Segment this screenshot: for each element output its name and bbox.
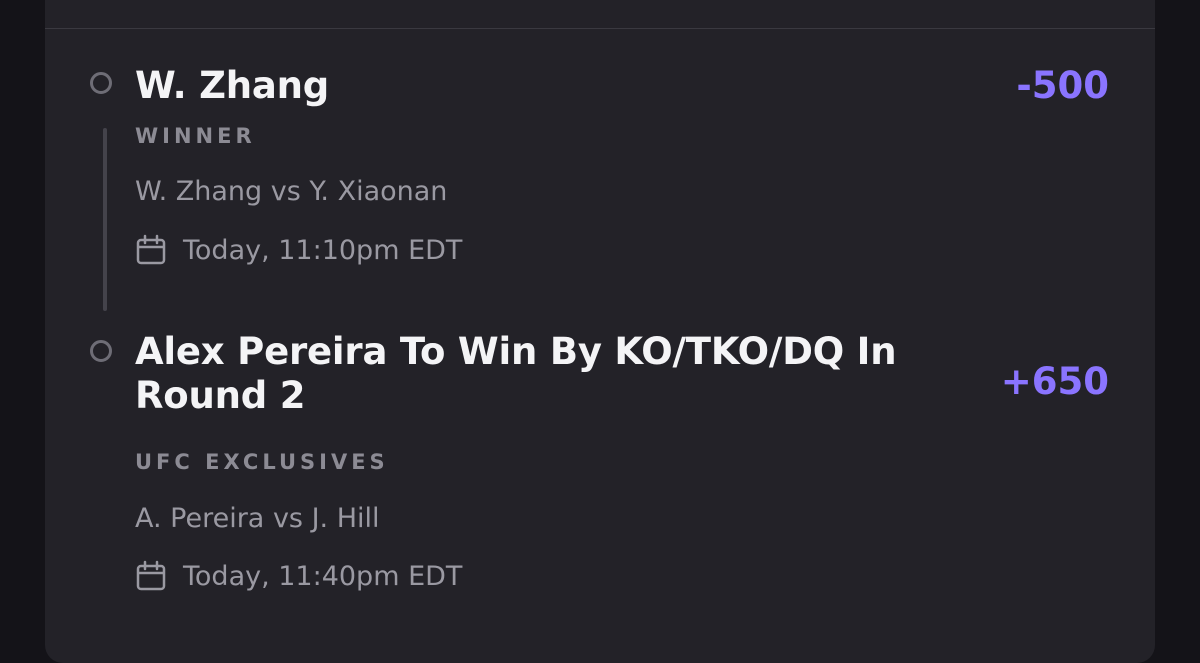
- market-label: WINNER: [135, 124, 256, 148]
- datetime-text: Today, 11:40pm EDT: [183, 560, 463, 592]
- calendar-icon: [136, 560, 166, 591]
- leg-status-circle-icon: [90, 340, 112, 362]
- bet-slip-card: W. Zhang -500 WINNER W. Zhang vs Y. Xiao…: [45, 0, 1155, 663]
- leg-connector-line: [103, 128, 107, 311]
- odds-value: +650: [1000, 360, 1109, 403]
- leg-status-circle-icon: [90, 72, 112, 94]
- datetime-text: Today, 11:10pm EDT: [183, 234, 463, 266]
- market-label: UFC EXCLUSIVES: [135, 450, 389, 474]
- event-datetime: Today, 11:10pm EDT: [135, 234, 462, 266]
- divider: [45, 28, 1155, 29]
- selection-title: Alex Pereira To Win By KO/TKO/DQ In Roun…: [135, 330, 897, 417]
- selection-title: W. Zhang: [135, 64, 330, 107]
- calendar-icon: [136, 234, 166, 265]
- event-datetime: Today, 11:40pm EDT: [135, 560, 462, 592]
- odds-value: -500: [1016, 64, 1109, 107]
- event-matchup: A. Pereira vs J. Hill: [135, 503, 380, 534]
- event-matchup: W. Zhang vs Y. Xiaonan: [135, 176, 448, 207]
